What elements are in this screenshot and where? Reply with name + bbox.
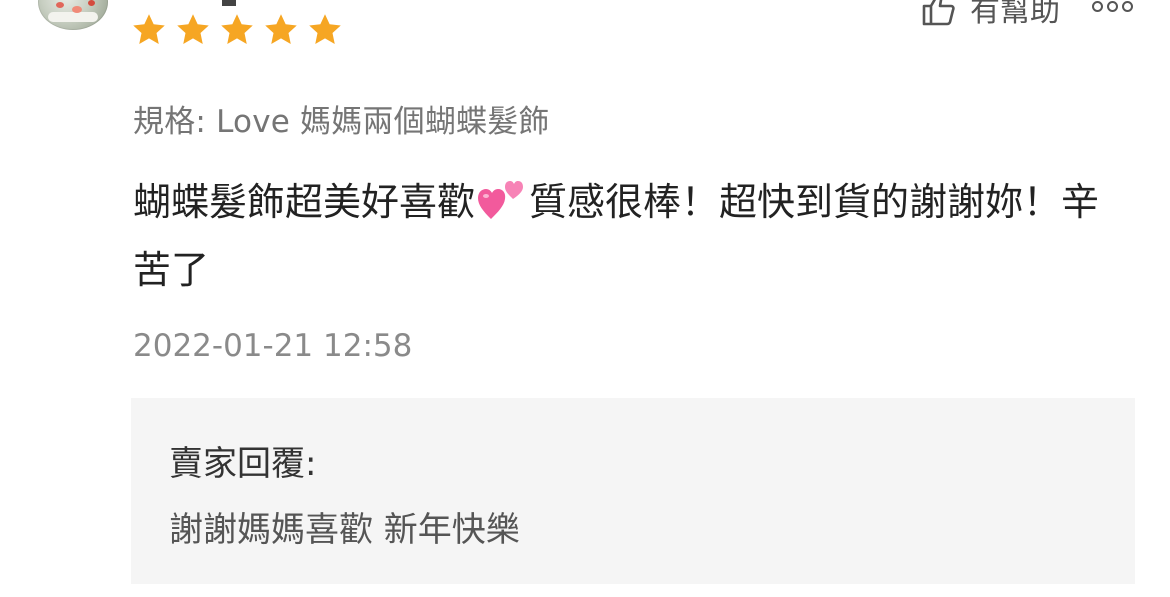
star-icon bbox=[265, 14, 297, 44]
review-timestamp: 2022-01-21 12:58 bbox=[133, 328, 413, 364]
avatar-detail bbox=[72, 6, 82, 13]
two-hearts-emoji-icon bbox=[477, 177, 527, 239]
star-icon bbox=[221, 14, 253, 44]
helpful-button[interactable]: 有幫助 bbox=[920, 0, 1060, 30]
star-rating bbox=[131, 12, 343, 52]
helpful-label: 有幫助 bbox=[970, 0, 1060, 29]
star-icon bbox=[177, 14, 209, 44]
star-icon bbox=[309, 14, 341, 44]
thumbs-up-icon bbox=[920, 0, 956, 26]
seller-reply-label: 賣家回覆: bbox=[169, 444, 317, 484]
reviewer-avatar[interactable] bbox=[38, 0, 108, 30]
product-spec: 規格: Love 媽媽兩個蝴蝶髮飾 bbox=[133, 104, 550, 140]
seller-reply-text: 謝謝媽媽喜歡 新年快樂 bbox=[169, 510, 520, 550]
review-comment: 蝴蝶髮飾超美好喜歡 質感很棒！超快到貨的謝謝妳！辛苦了 bbox=[133, 171, 1113, 301]
comment-text: 蝴蝶髮飾超美好喜歡 bbox=[133, 180, 476, 224]
seller-reply-box: 賣家回覆: 謝謝媽媽喜歡 新年快樂 bbox=[131, 398, 1135, 584]
avatar-detail bbox=[88, 0, 95, 6]
more-options-icon[interactable] bbox=[1092, 0, 1142, 18]
avatar-detail bbox=[48, 12, 98, 22]
avatar-detail bbox=[56, 2, 64, 8]
star-icon bbox=[133, 14, 165, 44]
reviewer-name-fragment bbox=[222, 0, 236, 6]
